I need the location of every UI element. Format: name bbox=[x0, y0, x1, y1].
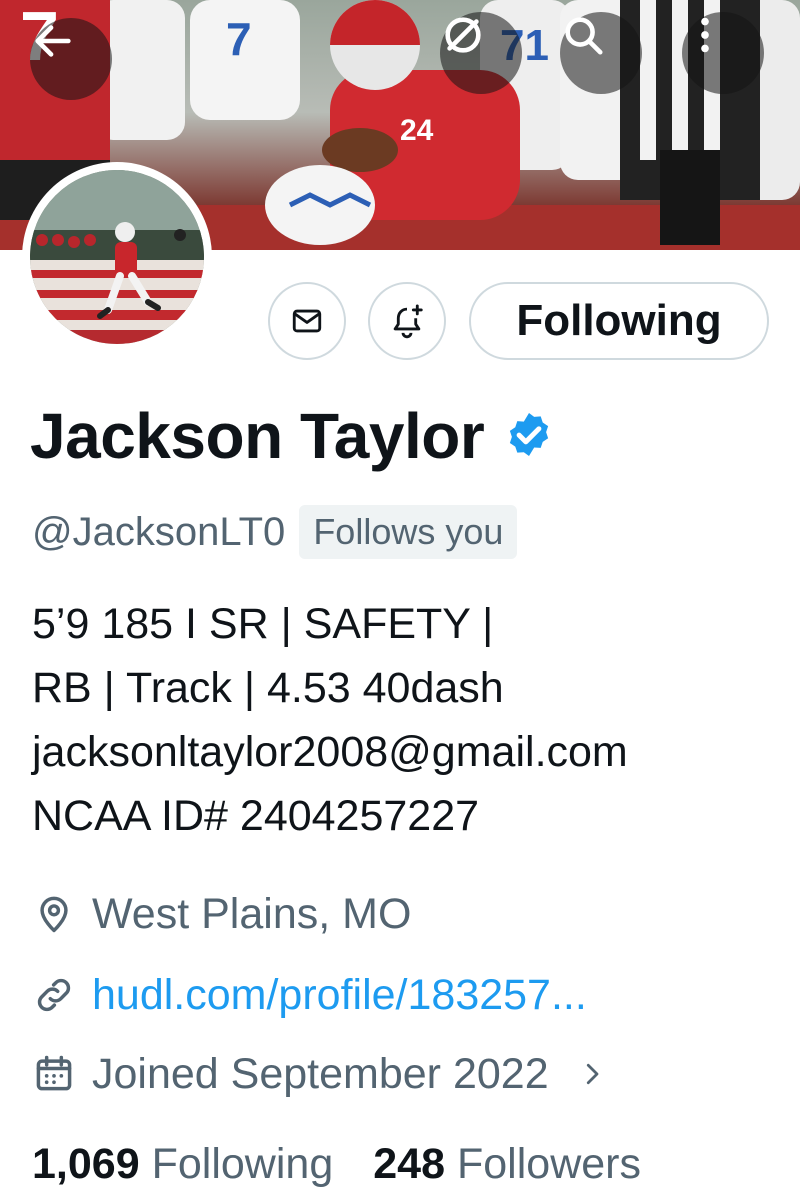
chevron-right-icon bbox=[577, 1059, 607, 1089]
following-count-link[interactable]: 1,069 Following bbox=[32, 1140, 333, 1189]
slashed-circle-icon bbox=[445, 17, 481, 53]
mute-button[interactable] bbox=[440, 12, 522, 94]
arrow-left-icon bbox=[35, 25, 71, 57]
message-button[interactable] bbox=[268, 282, 346, 360]
location-row: West Plains, MO bbox=[32, 884, 411, 944]
avatar[interactable] bbox=[22, 162, 212, 352]
envelope-icon bbox=[292, 309, 322, 333]
website-link[interactable]: hudl.com/profile/183257... bbox=[92, 971, 587, 1020]
website-row: hudl.com/profile/183257... bbox=[32, 965, 587, 1025]
banner-jersey-number: 24 bbox=[400, 114, 434, 147]
avatar-photo bbox=[30, 170, 204, 344]
notifications-button[interactable] bbox=[368, 282, 446, 360]
handle-row: @JacksonLT0 Follows you bbox=[32, 504, 518, 560]
link-icon bbox=[37, 978, 71, 1012]
back-button[interactable] bbox=[30, 18, 112, 100]
following-label: Following bbox=[151, 1139, 334, 1188]
calendar-icon bbox=[36, 1055, 72, 1091]
more-vertical-icon bbox=[701, 17, 709, 53]
bio-line: jacksonltaylor2008@gmail.com bbox=[32, 728, 628, 776]
bio: 5’9 185 I SR | SAFETY | RB | Track | 4.5… bbox=[32, 592, 772, 848]
search-icon bbox=[565, 17, 603, 55]
profile-name: Jackson Taylor bbox=[30, 394, 556, 478]
handle: @JacksonLT0 bbox=[32, 509, 286, 554]
followers-label: Followers bbox=[457, 1139, 641, 1188]
following-count: 1,069 bbox=[32, 1139, 140, 1188]
search-button[interactable] bbox=[560, 12, 642, 94]
joined-text: Joined September 2022 bbox=[92, 1049, 549, 1098]
bio-line: 5’9 185 I SR | SAFETY | bbox=[32, 600, 494, 648]
location-text: West Plains, MO bbox=[92, 889, 412, 938]
joined-row[interactable]: Joined September 2022 bbox=[32, 1044, 607, 1104]
follow-stats: 1,069 Following 248 Followers bbox=[32, 1132, 641, 1196]
more-button[interactable] bbox=[682, 12, 764, 94]
bio-line: NCAA ID# 2404257227 bbox=[32, 792, 480, 840]
verified-badge-icon[interactable] bbox=[502, 409, 556, 463]
followers-count-link[interactable]: 248 Followers bbox=[373, 1140, 641, 1189]
follows-you-badge: Follows you bbox=[299, 505, 518, 559]
display-name: Jackson Taylor bbox=[30, 400, 485, 472]
bio-line: RB | Track | 4.53 40dash bbox=[32, 664, 504, 712]
following-button[interactable]: Following bbox=[469, 282, 769, 360]
location-pin-icon bbox=[40, 896, 68, 933]
svg-text:7: 7 bbox=[226, 13, 252, 65]
followers-count: 248 bbox=[373, 1139, 445, 1188]
bell-plus-icon bbox=[393, 304, 423, 339]
